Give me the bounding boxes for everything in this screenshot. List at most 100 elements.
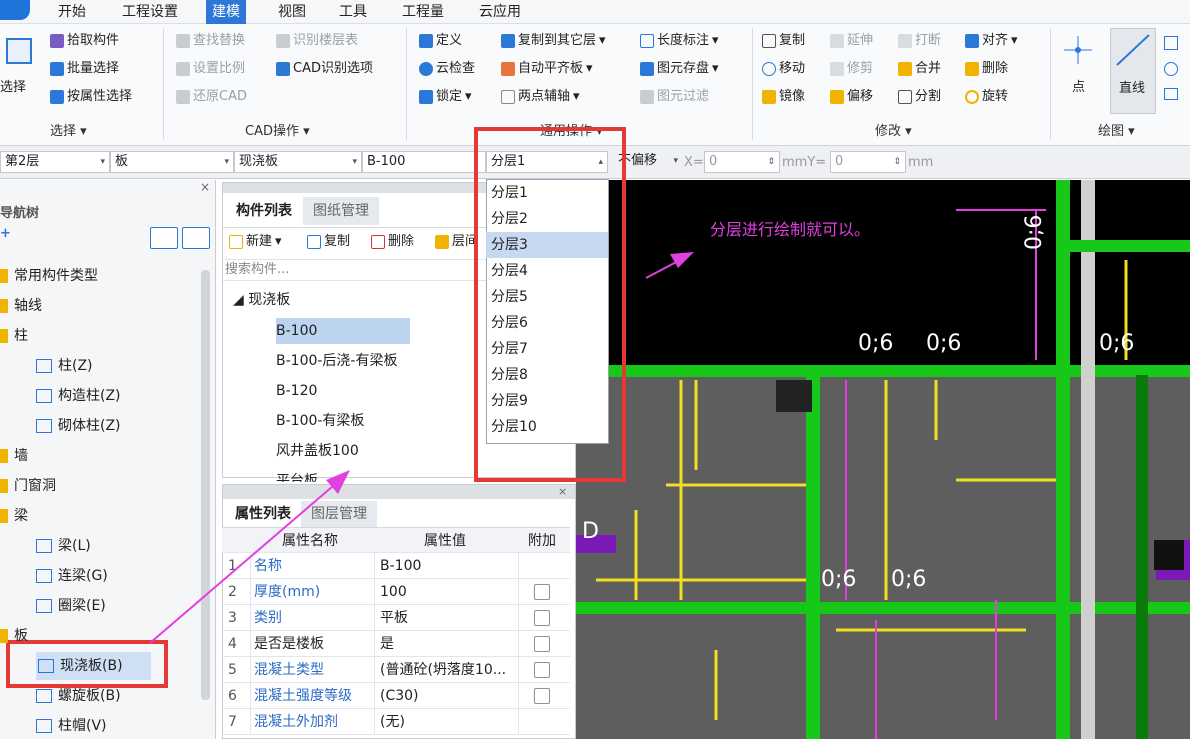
extra-checkbox[interactable] (534, 610, 550, 626)
property-value[interactable]: 100 (380, 579, 520, 605)
property-row[interactable]: 3 类别 平板 (222, 605, 570, 631)
copy-to-layer-button[interactable]: 复制到其它层 ▾ (501, 30, 606, 52)
extend-button[interactable]: 延伸 (830, 30, 873, 52)
cloud-check-button[interactable]: 云检查 (419, 58, 475, 80)
copy-component-button[interactable]: 复制 (307, 231, 350, 253)
delete-button[interactable]: 删除 (965, 58, 1008, 80)
menu-project-settings[interactable]: 工程设置 (116, 0, 184, 24)
select-big-button[interactable]: 选择 (0, 32, 38, 112)
property-value[interactable]: B-100 (380, 553, 520, 579)
extra-checkbox[interactable] (534, 688, 550, 704)
layer-copy-button[interactable]: 层间 (435, 231, 478, 253)
type-select[interactable]: 现浇板 ▾ (234, 151, 362, 173)
property-row[interactable]: 6 混凝土强度等级 (C30) (222, 683, 570, 709)
menu-tools[interactable]: 工具 (333, 0, 373, 24)
draw-point-button[interactable]: 点 (1060, 32, 1100, 112)
list-view-icon[interactable] (150, 227, 178, 249)
restore-cad-button[interactable]: 还原CAD (176, 86, 247, 108)
extra-checkbox[interactable] (534, 662, 550, 678)
tab-component-list[interactable]: 构件列表 (227, 197, 301, 225)
nav-tree-item[interactable]: 板 (0, 622, 28, 650)
trim-button[interactable]: 修剪 (830, 58, 873, 80)
nav-tree-item[interactable]: 柱 (0, 322, 28, 350)
lock-button[interactable]: 锁定 ▾ (419, 86, 472, 108)
nav-tree-item[interactable]: 常用构件类型 (0, 262, 98, 290)
property-value[interactable]: 平板 (380, 605, 520, 631)
rotate-button[interactable]: 旋转 (965, 86, 1008, 108)
nav-tree-item[interactable]: 轴线 (0, 292, 42, 320)
tab-layer-management[interactable]: 图层管理 (301, 501, 377, 527)
auto-align-slab-button[interactable]: 自动平齐板 ▾ (501, 58, 593, 80)
find-replace-button[interactable]: 查找替换 (176, 30, 245, 52)
nav-tree-item[interactable]: 现浇板(B) (36, 652, 151, 680)
property-row[interactable]: 2 厚度(mm) 100 (222, 579, 570, 605)
property-value[interactable]: (普通砼(坍落度10... (380, 657, 520, 683)
component-list-item[interactable]: B-100-后浇-有梁板 (276, 348, 397, 374)
tab-property-list[interactable]: 属性列表 (227, 501, 299, 527)
component-list-item[interactable]: B-100 (276, 318, 410, 344)
app-logo[interactable] (0, 0, 30, 20)
property-row[interactable]: 4 是否是楼板 是 (222, 631, 570, 657)
nav-tree-item[interactable]: 梁 (0, 502, 28, 530)
nav-tree-item[interactable]: 柱(Z) (36, 352, 93, 380)
component-list-item[interactable]: B-120 (276, 378, 317, 404)
two-point-axis-button[interactable]: 两点辅轴 ▾ (501, 86, 580, 108)
y-input[interactable]: 0 ⇕ (830, 151, 906, 173)
component-list-item[interactable]: 平台板 (276, 468, 318, 482)
menu-quantity[interactable]: 工程量 (396, 0, 450, 24)
detail-view-icon[interactable] (182, 227, 210, 249)
break-button[interactable]: 打断 (898, 30, 941, 52)
x-input[interactable]: 0 ⇕ (704, 151, 780, 173)
extra-checkbox[interactable] (534, 636, 550, 652)
close-icon[interactable]: × (558, 485, 567, 498)
nav-tree-item[interactable]: 墙 (0, 442, 28, 470)
nav-tree-item[interactable]: 梁(L) (36, 532, 91, 560)
menu-cloud[interactable]: 云应用 (473, 0, 527, 24)
copy-button[interactable]: 复制 (762, 30, 805, 52)
split-button[interactable]: 分割 (898, 86, 941, 108)
identify-floor-table-button[interactable]: 识别楼层表 (276, 30, 358, 52)
pick-component-button[interactable]: 拾取构件 (50, 30, 119, 52)
save-element-button[interactable]: 图元存盘 ▾ (640, 58, 719, 80)
nav-tree-item[interactable]: 柱帽(V) (36, 712, 107, 740)
select-by-property-button[interactable]: 按属性选择 (50, 86, 132, 108)
component-select[interactable]: B-100 (362, 151, 486, 173)
component-list-item[interactable]: 风井盖板100 (276, 438, 359, 464)
close-icon[interactable]: × (200, 180, 210, 194)
extra-checkbox[interactable] (534, 584, 550, 600)
move-button[interactable]: 移动 (762, 58, 805, 80)
element-filter-button[interactable]: 图元过滤 (640, 86, 709, 108)
property-value[interactable]: (无) (380, 709, 520, 735)
nav-tree-item[interactable]: 圈梁(E) (36, 592, 106, 620)
nav-tree-item[interactable]: 砌体柱(Z) (36, 412, 121, 440)
tab-drawing-management[interactable]: 图纸管理 (303, 197, 379, 225)
nav-tree-item[interactable]: 构造柱(Z) (36, 382, 121, 410)
property-value[interactable]: 是 (380, 631, 520, 657)
define-button[interactable]: 定义 (419, 30, 462, 52)
set-scale-button[interactable]: 设置比例 (176, 58, 245, 80)
draw-line-button[interactable]: 直线 (1110, 28, 1156, 114)
new-component-button[interactable]: 新建 ▾ (229, 231, 282, 253)
nav-tree-item[interactable]: 门窗洞 (0, 472, 56, 500)
mirror-button[interactable]: 镜像 (762, 86, 805, 108)
merge-button[interactable]: 合并 (898, 58, 941, 80)
expand-icon[interactable]: + (0, 226, 11, 241)
batch-select-button[interactable]: 批量选择 (50, 58, 119, 80)
component-list-item[interactable]: B-100-有梁板 (276, 408, 364, 434)
menu-view[interactable]: 视图 (272, 0, 312, 24)
nav-scrollbar[interactable] (201, 270, 210, 700)
property-value[interactable]: (C30) (380, 683, 520, 709)
offset-button[interactable]: 偏移 (830, 86, 873, 108)
nav-tree-item[interactable]: 螺旋板(B) (36, 682, 121, 710)
component-group-header[interactable]: ◢ 现浇板 (233, 289, 290, 309)
floor-select[interactable]: 第2层 ▾ (0, 151, 110, 173)
length-dimension-button[interactable]: 长度标注 ▾ (640, 30, 719, 52)
property-row[interactable]: 1 名称 B-100 (222, 553, 570, 579)
cad-identify-options-button[interactable]: CAD识别选项 (276, 58, 373, 80)
delete-component-button[interactable]: 删除 (371, 231, 414, 253)
property-row[interactable]: 7 混凝土外加剂 (无) (222, 709, 570, 735)
nav-tree-item[interactable]: 连梁(G) (36, 562, 108, 590)
menu-start[interactable]: 开始 (52, 0, 92, 24)
property-row[interactable]: 5 混凝土类型 (普通砼(坍落度10... (222, 657, 570, 683)
align-button[interactable]: 对齐 ▾ (965, 30, 1018, 52)
